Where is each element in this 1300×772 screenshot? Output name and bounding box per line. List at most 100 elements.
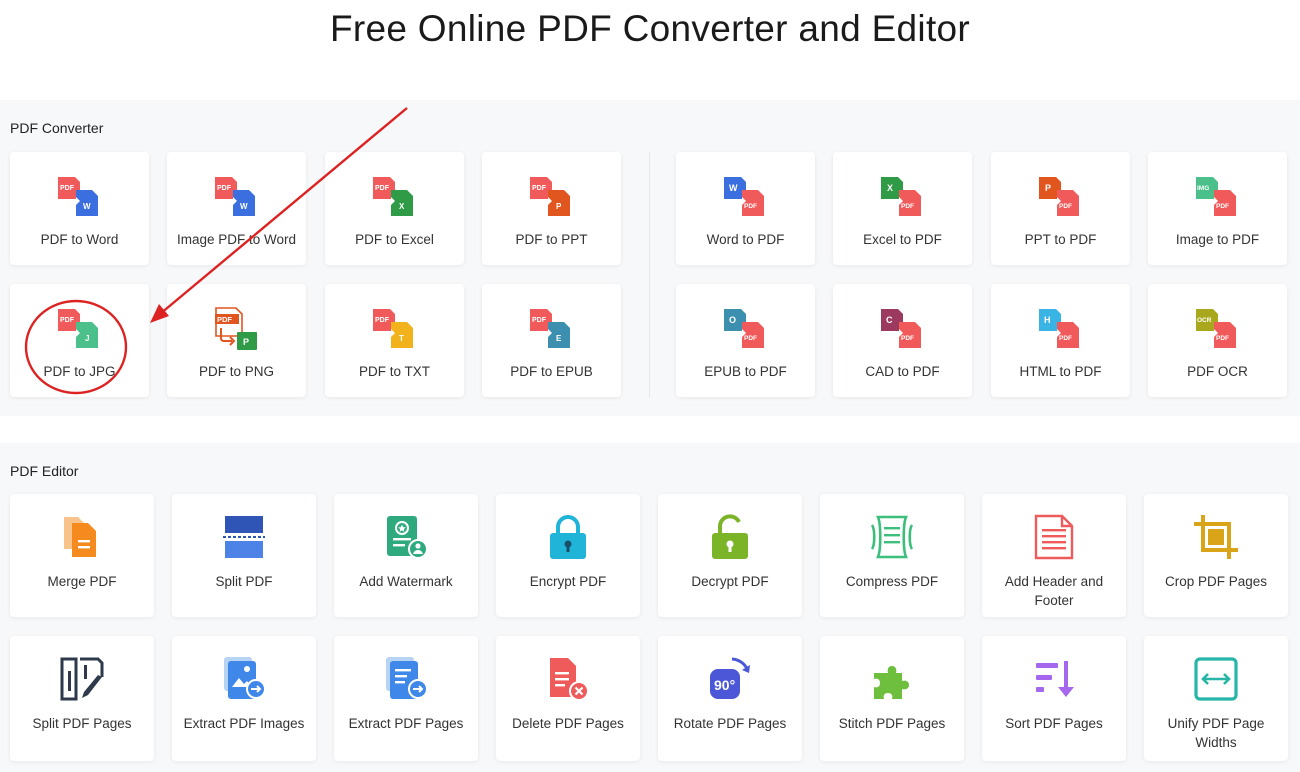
tool-card-add-watermark[interactable]: Add Watermark (334, 494, 478, 617)
tool-card-extract-pdf-pages[interactable]: Extract PDF Pages (334, 636, 478, 761)
tool-label: Extract PDF Images (183, 716, 305, 731)
svg-text:PDF: PDF (1059, 335, 1072, 342)
tool-label: PDF to PPT (515, 232, 588, 247)
tool-card-html-to-pdf[interactable]: H PDF HTML to PDF (991, 284, 1130, 397)
tool-card-pdf-to-word[interactable]: PDF W PDF to Word (10, 152, 149, 265)
tool-card-epub-to-pdf[interactable]: O PDF EPUB to PDF (676, 284, 815, 397)
tool-label: PDF to JPG (43, 364, 116, 379)
tool-label: Add Watermark (359, 574, 453, 589)
tool-card-pdf-to-epub[interactable]: PDF E PDF to EPUB (482, 284, 621, 397)
tool-card-sort-pdf-pages[interactable]: Sort PDF Pages (982, 636, 1126, 761)
extract-images-icon (224, 657, 266, 699)
tool-label: Decrypt PDF (691, 574, 769, 589)
svg-text:W: W (729, 183, 738, 193)
tool-label: Image to PDF (1175, 232, 1260, 247)
svg-text:P: P (243, 337, 249, 347)
unlock-icon (712, 514, 748, 559)
svg-text:90°: 90° (714, 677, 735, 693)
svg-text:C: C (886, 315, 893, 325)
tool-card-image-to-pdf[interactable]: IMG PDF Image to PDF (1148, 152, 1287, 265)
svg-text:OCR: OCR (1197, 317, 1212, 324)
rotate-icon: 90° (710, 657, 750, 699)
tool-card-unify-pdf-page-widths[interactable]: Unify PDF Page Widths (1144, 636, 1288, 761)
tool-card-split-pdf[interactable]: Split PDF (172, 494, 316, 617)
tool-card-pdf-to-txt[interactable]: PDF T PDF to TXT (325, 284, 464, 397)
pdf-ocr-icon: OCR PDF (1195, 309, 1236, 348)
tool-label: PDF to TXT (358, 364, 430, 379)
compress-icon (870, 515, 914, 559)
svg-text:T: T (399, 334, 404, 343)
tool-card-pdf-to-excel[interactable]: PDF X PDF to Excel (325, 152, 464, 265)
pdf-to-ppt-icon: PDF P (529, 177, 570, 216)
svg-text:PDF: PDF (901, 203, 914, 210)
pdf-to-word-icon: PDF W (57, 177, 98, 216)
tool-card-pdf-ocr[interactable]: OCR PDF PDF OCR (1148, 284, 1287, 397)
svg-text:PDF: PDF (532, 317, 547, 324)
tool-label: Unify PDF Page Widths (1167, 716, 1265, 750)
split-icon (223, 516, 265, 558)
tool-card-pdf-to-ppt[interactable]: PDF P PDF to PPT (482, 152, 621, 265)
cad-to-pdf-icon: C PDF (880, 309, 921, 348)
tool-card-rotate-pdf-pages[interactable]: 90° Rotate PDF Pages (658, 636, 802, 761)
section-label-converter: PDF Converter (10, 120, 104, 136)
tool-card-extract-pdf-images[interactable]: Extract PDF Images (172, 636, 316, 761)
svg-text:PDF: PDF (901, 335, 914, 342)
svg-text:O: O (729, 315, 736, 325)
tool-label: PDF to PNG (198, 364, 274, 379)
svg-text:J: J (85, 334, 89, 343)
tool-card-image-pdf-to-word[interactable]: PDF W Image PDF to Word (167, 152, 306, 265)
svg-text:H: H (1044, 315, 1051, 325)
tool-card-word-to-pdf[interactable]: W PDF Word to PDF (676, 152, 815, 265)
tool-card-compress-pdf[interactable]: Compress PDF (820, 494, 964, 617)
tool-label: PDF to Excel (355, 232, 434, 247)
watermark-icon (387, 516, 428, 559)
svg-text:PDF: PDF (375, 185, 390, 192)
tool-card-crop-pdf-pages[interactable]: Crop PDF Pages (1144, 494, 1288, 617)
tool-label: PDF to EPUB (510, 364, 593, 379)
pdf-to-txt-icon: PDF T (372, 309, 413, 348)
tool-card-excel-to-pdf[interactable]: X PDF Excel to PDF (833, 152, 972, 265)
tool-label: Extract PDF Pages (348, 716, 464, 731)
header-footer-icon (1034, 514, 1074, 560)
tool-card-decrypt-pdf[interactable]: Decrypt PDF (658, 494, 802, 617)
tool-label: Word to PDF (706, 232, 785, 247)
tool-card-ppt-to-pdf[interactable]: P PDF PPT to PDF (991, 152, 1130, 265)
tool-label: Stitch PDF Pages (838, 716, 946, 731)
svg-text:PDF: PDF (60, 317, 75, 324)
svg-text:X: X (399, 202, 405, 211)
svg-text:X: X (887, 183, 893, 193)
tool-label: Crop PDF Pages (1164, 574, 1268, 589)
tool-card-pdf-to-jpg[interactable]: PDF J PDF to JPG (10, 284, 149, 397)
svg-text:PDF: PDF (60, 185, 75, 192)
tool-card-stitch-pdf-pages[interactable]: Stitch PDF Pages (820, 636, 964, 761)
tool-label: Excel to PDF (863, 232, 942, 247)
svg-text:PDF: PDF (744, 203, 757, 210)
tool-label: Merge PDF (47, 574, 117, 589)
word-to-pdf-icon: W PDF (723, 177, 764, 216)
section-divider (649, 152, 650, 397)
tool-label: EPUB to PDF (704, 364, 787, 379)
tool-label: Compress PDF (845, 574, 939, 589)
section-label-editor: PDF Editor (10, 463, 79, 479)
tool-card-add-header-footer[interactable]: Add Header and Footer (982, 494, 1126, 617)
ppt-to-pdf-icon: P PDF (1038, 177, 1079, 216)
extract-pages-icon (386, 657, 428, 699)
split-pages-icon (60, 657, 104, 701)
svg-text:P: P (556, 202, 562, 211)
epub-to-pdf-icon: O PDF (723, 309, 764, 348)
tool-card-pdf-to-png[interactable]: PDF P PDF to PNG (167, 284, 306, 397)
stitch-icon (874, 666, 909, 699)
tool-label: PDF to Word (40, 232, 119, 247)
pdf-to-png-icon: PDF P (214, 307, 257, 350)
tool-label: Sort PDF Pages (1005, 716, 1103, 731)
pdf-to-epub-icon: PDF E (529, 309, 570, 348)
tool-card-encrypt-pdf[interactable]: Encrypt PDF (496, 494, 640, 617)
tool-card-merge-pdf[interactable]: Merge PDF (10, 494, 154, 617)
pdf-converter-section: PDF Converter PDF W PDF to Word PDF W Im… (0, 100, 1300, 416)
tool-card-delete-pdf-pages[interactable]: Delete PDF Pages (496, 636, 640, 761)
svg-text:PDF: PDF (532, 185, 547, 192)
tool-card-cad-to-pdf[interactable]: C PDF CAD to PDF (833, 284, 972, 397)
tool-card-split-pdf-pages[interactable]: Split PDF Pages (10, 636, 154, 761)
pdf-editor-section: PDF Editor Merge PDF Split PDF Add Water… (0, 443, 1300, 772)
image-to-pdf-icon: IMG PDF (1195, 177, 1236, 216)
